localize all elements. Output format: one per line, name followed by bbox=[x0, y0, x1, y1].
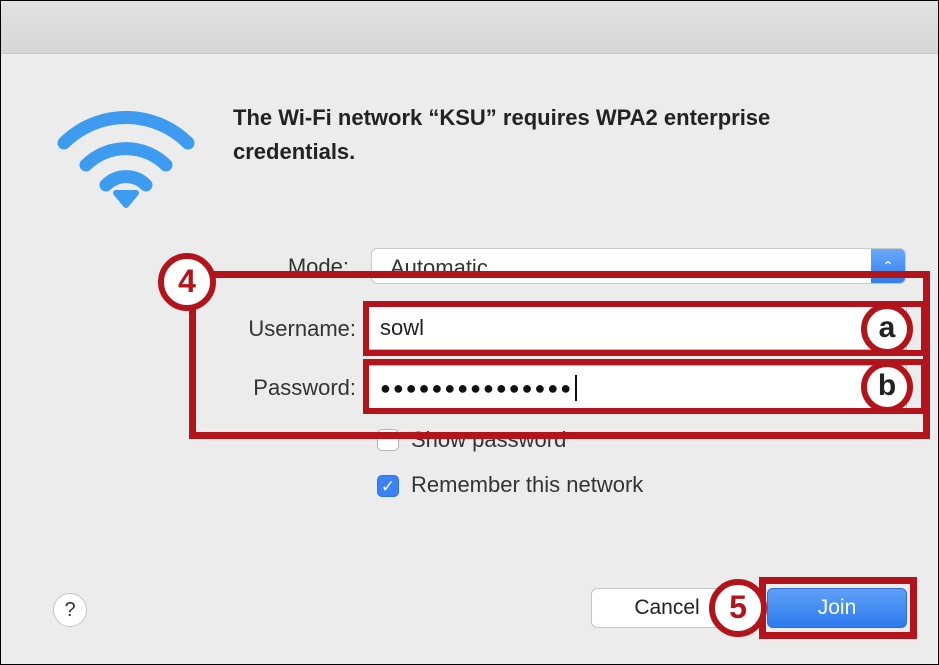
marker-a-badge: a bbox=[861, 303, 913, 355]
step-4-badge: 4 bbox=[158, 253, 216, 311]
checkmark-icon: ✓ bbox=[380, 477, 396, 496]
wifi-credentials-dialog: The Wi-Fi network “KSU” requires WPA2 en… bbox=[0, 0, 939, 665]
password-highlight bbox=[363, 359, 927, 414]
marker-b-badge: b bbox=[861, 361, 913, 413]
step-5-badge: 5 bbox=[709, 579, 767, 637]
window-titlebar bbox=[1, 1, 938, 54]
remember-network-label: Remember this network bbox=[411, 472, 644, 497]
dialog-message: The Wi-Fi network “KSU” requires WPA2 en… bbox=[233, 105, 771, 164]
username-highlight bbox=[363, 301, 927, 356]
remember-network-checkbox[interactable]: ✓ bbox=[377, 475, 399, 497]
wifi-icon bbox=[57, 110, 195, 208]
join-highlight bbox=[759, 577, 917, 639]
help-button[interactable]: ? bbox=[53, 593, 87, 627]
